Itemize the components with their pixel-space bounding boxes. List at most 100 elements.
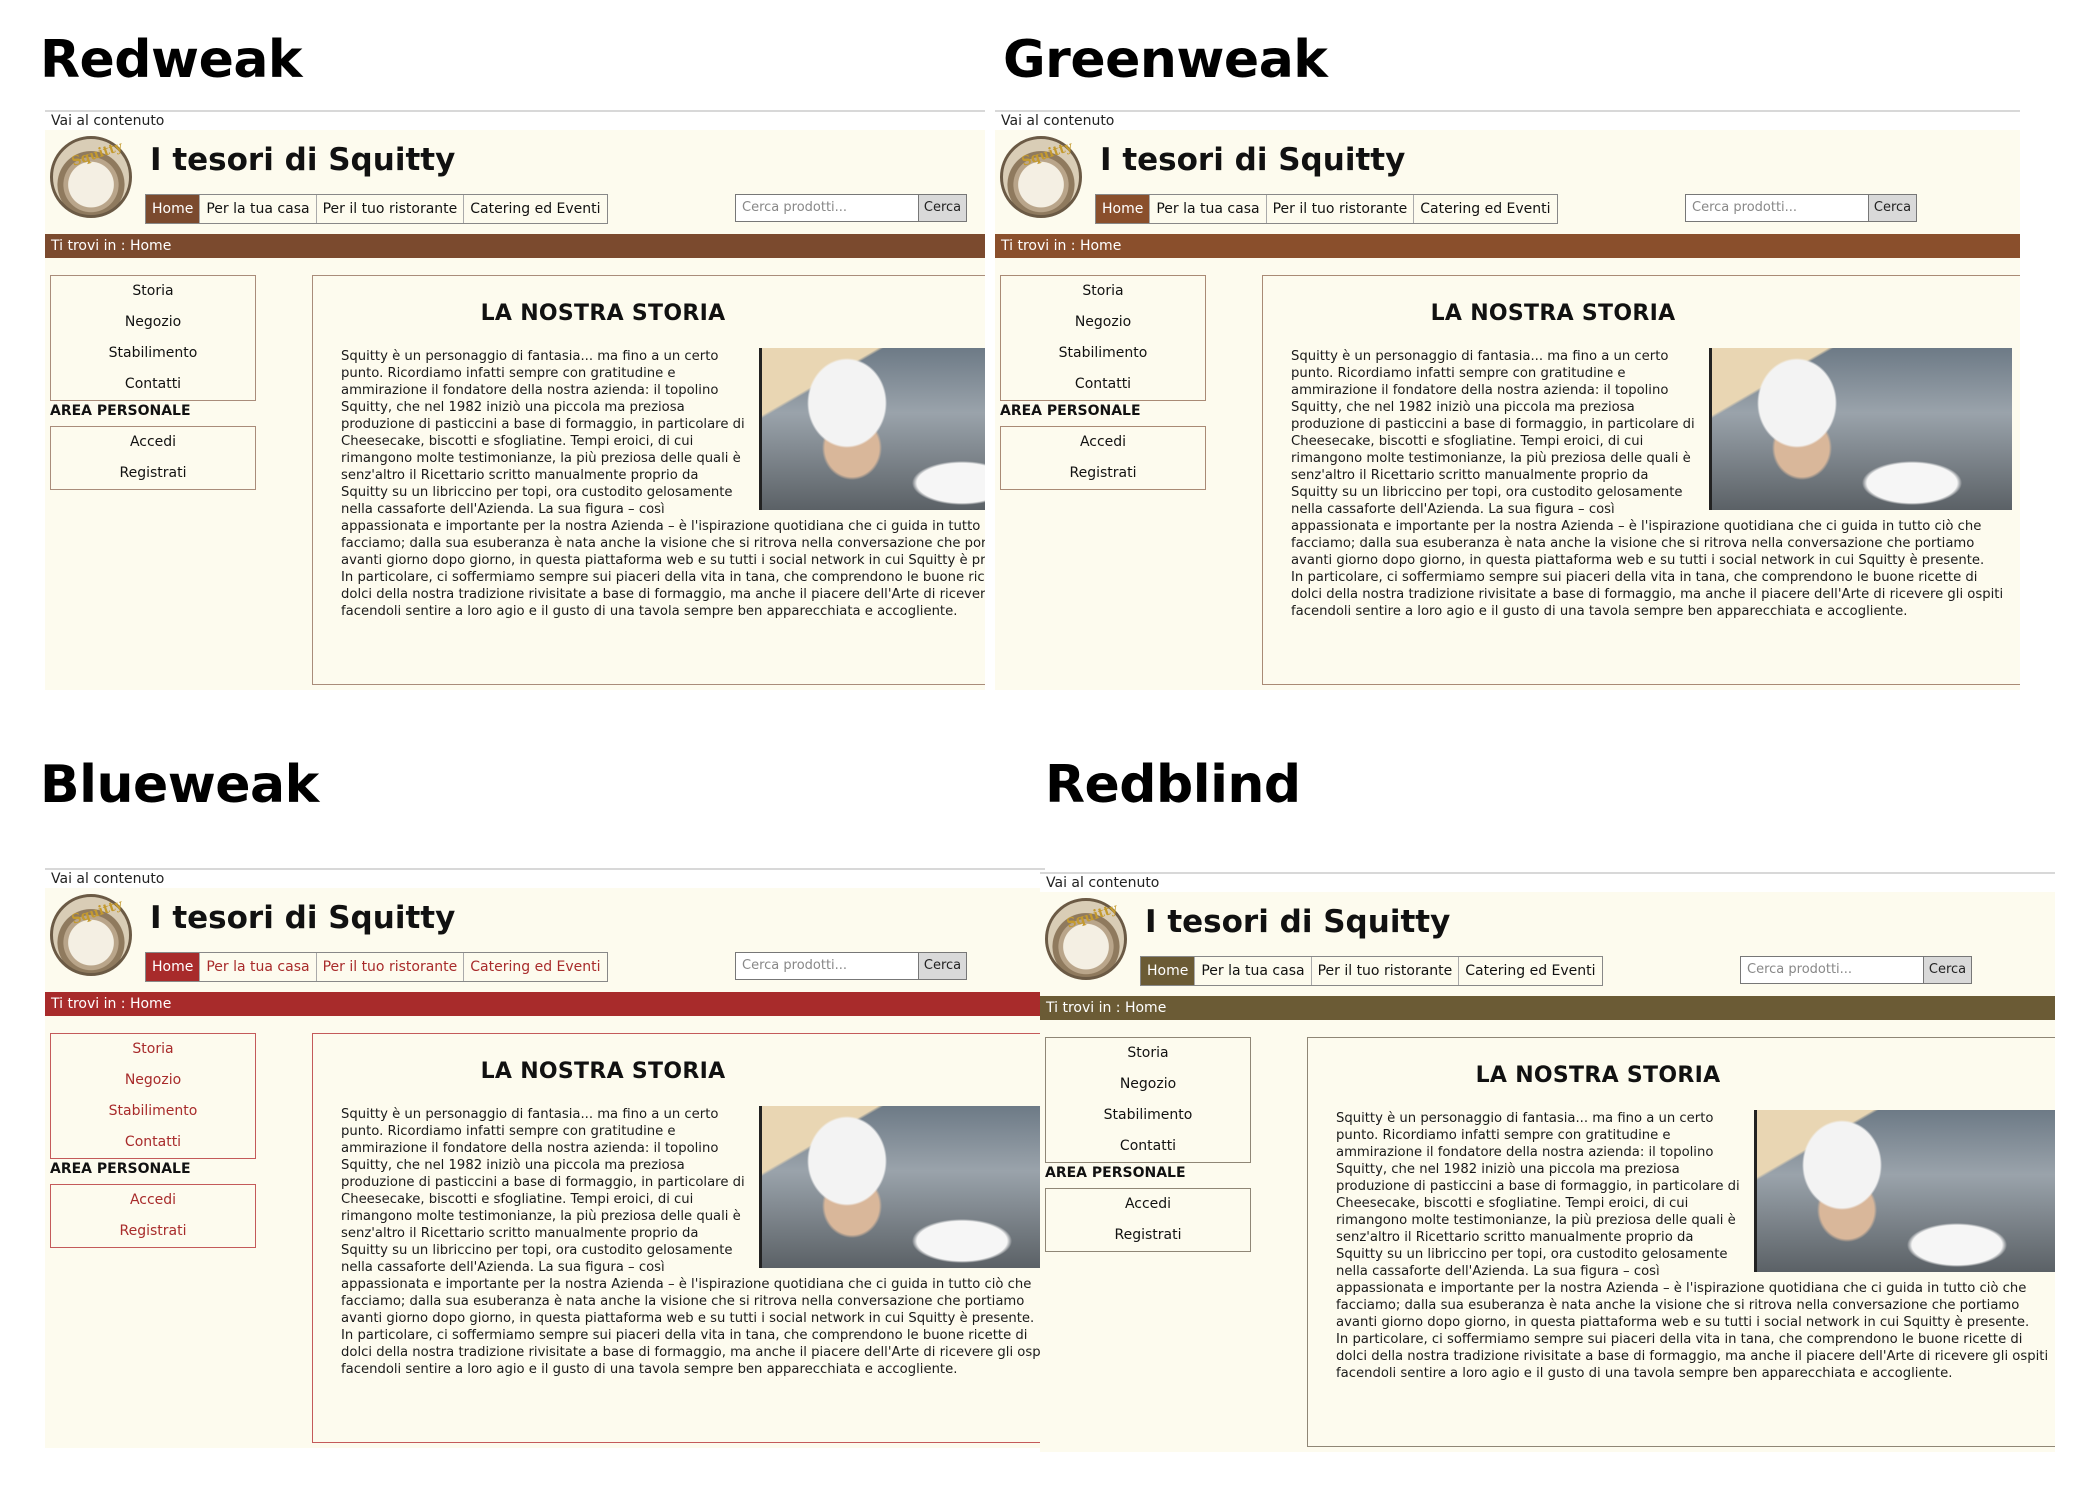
nav-catering-ed-eventi[interactable]: Catering ed Eventi: [1459, 957, 1601, 985]
nav-per-il-tuo-ristorante[interactable]: Per il tuo ristorante: [1312, 957, 1460, 985]
main-nav: Home Per la tua casa Per il tuo ristoran…: [145, 194, 608, 224]
content-box: LA NOSTRA STORIA Squitty è un personaggi…: [1262, 275, 2020, 685]
area-personale-title: AREA PERSONALE: [1000, 403, 1141, 419]
content-box: LA NOSTRA STORIA Squitty è un personaggi…: [312, 275, 985, 685]
nav-home[interactable]: Home: [1096, 195, 1151, 223]
site-title: I tesori di Squitty: [1100, 142, 1406, 178]
search-input[interactable]: Cerca prodotti...: [1740, 956, 1924, 984]
squitty-logo-icon[interactable]: Squitty: [1000, 136, 1082, 218]
side-item-negozio[interactable]: Negozio: [1001, 307, 1205, 338]
nav-per-il-tuo-ristorante[interactable]: Per il tuo ristorante: [317, 195, 465, 223]
nav-per-la-tua-casa[interactable]: Per la tua casa: [200, 195, 317, 223]
side-item-contatti[interactable]: Contatti: [51, 369, 255, 400]
area-personale-title: AREA PERSONALE: [50, 403, 191, 419]
side-item-stabilimento[interactable]: Stabilimento: [51, 1096, 255, 1127]
logo-text: Squitty: [1064, 901, 1120, 932]
side-item-contatti[interactable]: Contatti: [51, 1127, 255, 1158]
nav-home[interactable]: Home: [146, 195, 201, 223]
squitty-logo-icon[interactable]: Squitty: [50, 894, 132, 976]
nav-per-il-tuo-ristorante[interactable]: Per il tuo ristorante: [317, 953, 465, 981]
side-item-accedi[interactable]: Accedi: [51, 427, 255, 458]
site-panel-redweak: Vai al contenuto Squitty I tesori di Squ…: [45, 110, 985, 690]
story-text: Squitty è un personaggio di fantasia... …: [341, 1106, 1045, 1378]
side-item-registrati[interactable]: Registrati: [51, 458, 255, 489]
nav-per-la-tua-casa[interactable]: Per la tua casa: [1195, 957, 1312, 985]
main-nav: Home Per la tua casa Per il tuo ristoran…: [1140, 956, 1603, 986]
side-item-stabilimento[interactable]: Stabilimento: [51, 338, 255, 369]
story-paragraph-2: In particolare, ci soffermiamo sempre su…: [1291, 570, 2004, 619]
side-item-storia[interactable]: Storia: [51, 1034, 255, 1065]
label-redweak: Redweak: [40, 30, 303, 90]
skip-link[interactable]: Vai al contenuto: [45, 110, 985, 132]
content-title: LA NOSTRA STORIA: [480, 1059, 726, 1084]
squitty-logo-icon[interactable]: Squitty: [50, 136, 132, 218]
side-item-accedi[interactable]: Accedi: [51, 1185, 255, 1216]
breadcrumb: Ti trovi in : Home: [995, 234, 2020, 258]
side-menu: Storia Negozio Stabilimento Contatti: [1045, 1037, 1251, 1163]
main-nav: Home Per la tua casa Per il tuo ristoran…: [145, 952, 608, 982]
content-title: LA NOSTRA STORIA: [480, 301, 726, 326]
site-title: I tesori di Squitty: [150, 900, 456, 936]
side-menu: Storia Negozio Stabilimento Contatti: [1000, 275, 1206, 401]
area-menu: Accedi Registrati: [50, 1184, 256, 1248]
breadcrumb: Ti trovi in : Home: [1040, 996, 2055, 1020]
skip-link[interactable]: Vai al contenuto: [995, 110, 2020, 132]
side-item-storia[interactable]: Storia: [1001, 276, 1205, 307]
search-button[interactable]: Cerca: [1924, 956, 1972, 984]
story-text: Squitty è un personaggio di fantasia... …: [1291, 348, 2011, 620]
nav-home[interactable]: Home: [1141, 957, 1196, 985]
side-item-accedi[interactable]: Accedi: [1046, 1189, 1250, 1220]
side-item-contatti[interactable]: Contatti: [1001, 369, 1205, 400]
search-button[interactable]: Cerca: [919, 194, 967, 222]
skip-link[interactable]: Vai al contenuto: [1040, 872, 2055, 894]
logo-text: Squitty: [69, 897, 125, 928]
side-item-negozio[interactable]: Negozio: [51, 307, 255, 338]
site-title: I tesori di Squitty: [150, 142, 456, 178]
side-item-negozio[interactable]: Negozio: [1046, 1069, 1250, 1100]
content-box: LA NOSTRA STORIA Squitty è un personaggi…: [312, 1033, 1045, 1443]
content-box: LA NOSTRA STORIA Squitty è un personaggi…: [1307, 1037, 2055, 1447]
logo-text: Squitty: [1019, 139, 1075, 170]
search-input[interactable]: Cerca prodotti...: [1685, 194, 1869, 222]
side-item-registrati[interactable]: Registrati: [51, 1216, 255, 1247]
side-item-contatti[interactable]: Contatti: [1046, 1131, 1250, 1162]
story-paragraph-2: In particolare, ci soffermiamo sempre su…: [341, 1328, 1045, 1377]
nav-per-la-tua-casa[interactable]: Per la tua casa: [1150, 195, 1267, 223]
breadcrumb: Ti trovi in : Home: [45, 992, 1045, 1016]
side-item-registrati[interactable]: Registrati: [1001, 458, 1205, 489]
label-redblind: Redblind: [1045, 755, 1301, 815]
nav-catering-ed-eventi[interactable]: Catering ed Eventi: [464, 953, 606, 981]
label-blueweak: Blueweak: [40, 755, 319, 815]
search-input[interactable]: Cerca prodotti...: [735, 194, 919, 222]
search-button[interactable]: Cerca: [1869, 194, 1917, 222]
side-menu: Storia Negozio Stabilimento Contatti: [50, 275, 256, 401]
side-item-stabilimento[interactable]: Stabilimento: [1046, 1100, 1250, 1131]
nav-home[interactable]: Home: [146, 953, 201, 981]
search-form: Cerca prodotti... Cerca: [1740, 956, 1972, 984]
side-item-storia[interactable]: Storia: [1046, 1038, 1250, 1069]
nav-catering-ed-eventi[interactable]: Catering ed Eventi: [1414, 195, 1556, 223]
content-title: LA NOSTRA STORIA: [1430, 301, 1676, 326]
nav-catering-ed-eventi[interactable]: Catering ed Eventi: [464, 195, 606, 223]
side-item-stabilimento[interactable]: Stabilimento: [1001, 338, 1205, 369]
story-text: Squitty è un personaggio di fantasia... …: [341, 348, 985, 620]
side-item-storia[interactable]: Storia: [51, 276, 255, 307]
story-paragraph-2: In particolare, ci soffermiamo sempre su…: [341, 570, 985, 619]
nav-per-il-tuo-ristorante[interactable]: Per il tuo ristorante: [1267, 195, 1415, 223]
search-input[interactable]: Cerca prodotti...: [735, 952, 919, 980]
squitty-logo-icon[interactable]: Squitty: [1045, 898, 1127, 980]
breadcrumb: Ti trovi in : Home: [45, 234, 985, 258]
area-menu: Accedi Registrati: [1000, 426, 1206, 490]
search-button[interactable]: Cerca: [919, 952, 967, 980]
site-panel-redblind: Vai al contenuto Squitty I tesori di Squ…: [1040, 872, 2055, 1452]
side-menu: Storia Negozio Stabilimento Contatti: [50, 1033, 256, 1159]
side-item-registrati[interactable]: Registrati: [1046, 1220, 1250, 1251]
logo-text: Squitty: [69, 139, 125, 170]
skip-link[interactable]: Vai al contenuto: [45, 868, 1045, 890]
side-item-negozio[interactable]: Negozio: [51, 1065, 255, 1096]
side-item-accedi[interactable]: Accedi: [1001, 427, 1205, 458]
area-personale-title: AREA PERSONALE: [50, 1161, 191, 1177]
label-greenweak: Greenweak: [1003, 30, 1328, 90]
nav-per-la-tua-casa[interactable]: Per la tua casa: [200, 953, 317, 981]
site-panel-greenweak: Vai al contenuto Squitty I tesori di Squ…: [995, 110, 2020, 690]
